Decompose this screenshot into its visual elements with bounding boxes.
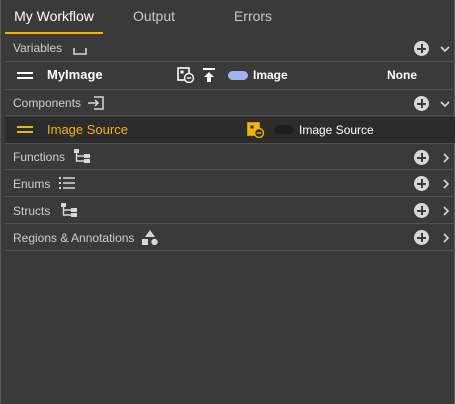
shapes-icon xyxy=(141,229,159,250)
section-label: Variables xyxy=(13,41,63,55)
section-variables[interactable]: Variables xyxy=(5,36,455,62)
component-item[interactable]: Image Source Image Source xyxy=(5,117,455,143)
section-label: Regions & Annotations xyxy=(13,231,135,245)
list-icon xyxy=(59,176,75,195)
section-components[interactable]: Components xyxy=(5,89,455,116)
hierarchy-icon xyxy=(60,202,78,223)
drag-handle-icon[interactable] xyxy=(17,72,33,79)
workflow-panel: My Workflow Output Errors Variables MyIm… xyxy=(0,0,455,404)
type-color-pill xyxy=(274,125,294,134)
data-source-icon[interactable] xyxy=(177,67,195,88)
variable-item[interactable]: MyImage Image None xyxy=(5,62,455,88)
chevron-right-icon[interactable] xyxy=(441,204,451,222)
type-label: Image xyxy=(253,68,288,82)
add-region-button[interactable] xyxy=(414,230,429,245)
section-regions-annotations[interactable]: Regions & Annotations xyxy=(5,224,455,251)
tab-my-workflow[interactable]: My Workflow xyxy=(5,0,103,34)
section-structs[interactable]: Structs xyxy=(5,197,455,224)
section-label: Components xyxy=(13,96,82,110)
add-function-button[interactable] xyxy=(414,150,429,165)
section-label: Enums xyxy=(13,177,51,191)
chevron-down-icon[interactable] xyxy=(439,42,451,60)
chevron-right-icon[interactable] xyxy=(441,151,451,169)
import-icon xyxy=(87,96,105,115)
section-label: Functions xyxy=(13,150,66,164)
section-functions[interactable]: Functions xyxy=(5,143,455,170)
add-enum-button[interactable] xyxy=(414,176,429,191)
chevron-right-icon[interactable] xyxy=(441,231,451,249)
variable-name[interactable]: MyImage xyxy=(47,67,103,82)
type-label: Image Source xyxy=(299,123,374,137)
hierarchy-icon xyxy=(73,148,91,169)
section-enums[interactable]: Enums xyxy=(5,170,455,197)
tab-output[interactable]: Output xyxy=(111,0,197,34)
chevron-right-icon[interactable] xyxy=(441,177,451,195)
variable-value[interactable]: None xyxy=(387,68,417,82)
component-name[interactable]: Image Source xyxy=(47,122,128,137)
add-variable-button[interactable] xyxy=(414,41,429,56)
add-component-button[interactable] xyxy=(414,96,429,111)
tab-errors[interactable]: Errors xyxy=(211,0,295,34)
upload-icon[interactable] xyxy=(202,67,216,88)
add-struct-button[interactable] xyxy=(414,203,429,218)
tab-bar: My Workflow Output Errors xyxy=(1,0,455,34)
type-color-pill xyxy=(228,71,248,80)
data-source-icon[interactable] xyxy=(247,122,265,143)
bracket-icon xyxy=(73,43,87,61)
chevron-down-icon[interactable] xyxy=(439,97,451,115)
drag-handle-icon[interactable] xyxy=(17,126,33,133)
section-label: Structs xyxy=(13,204,51,218)
